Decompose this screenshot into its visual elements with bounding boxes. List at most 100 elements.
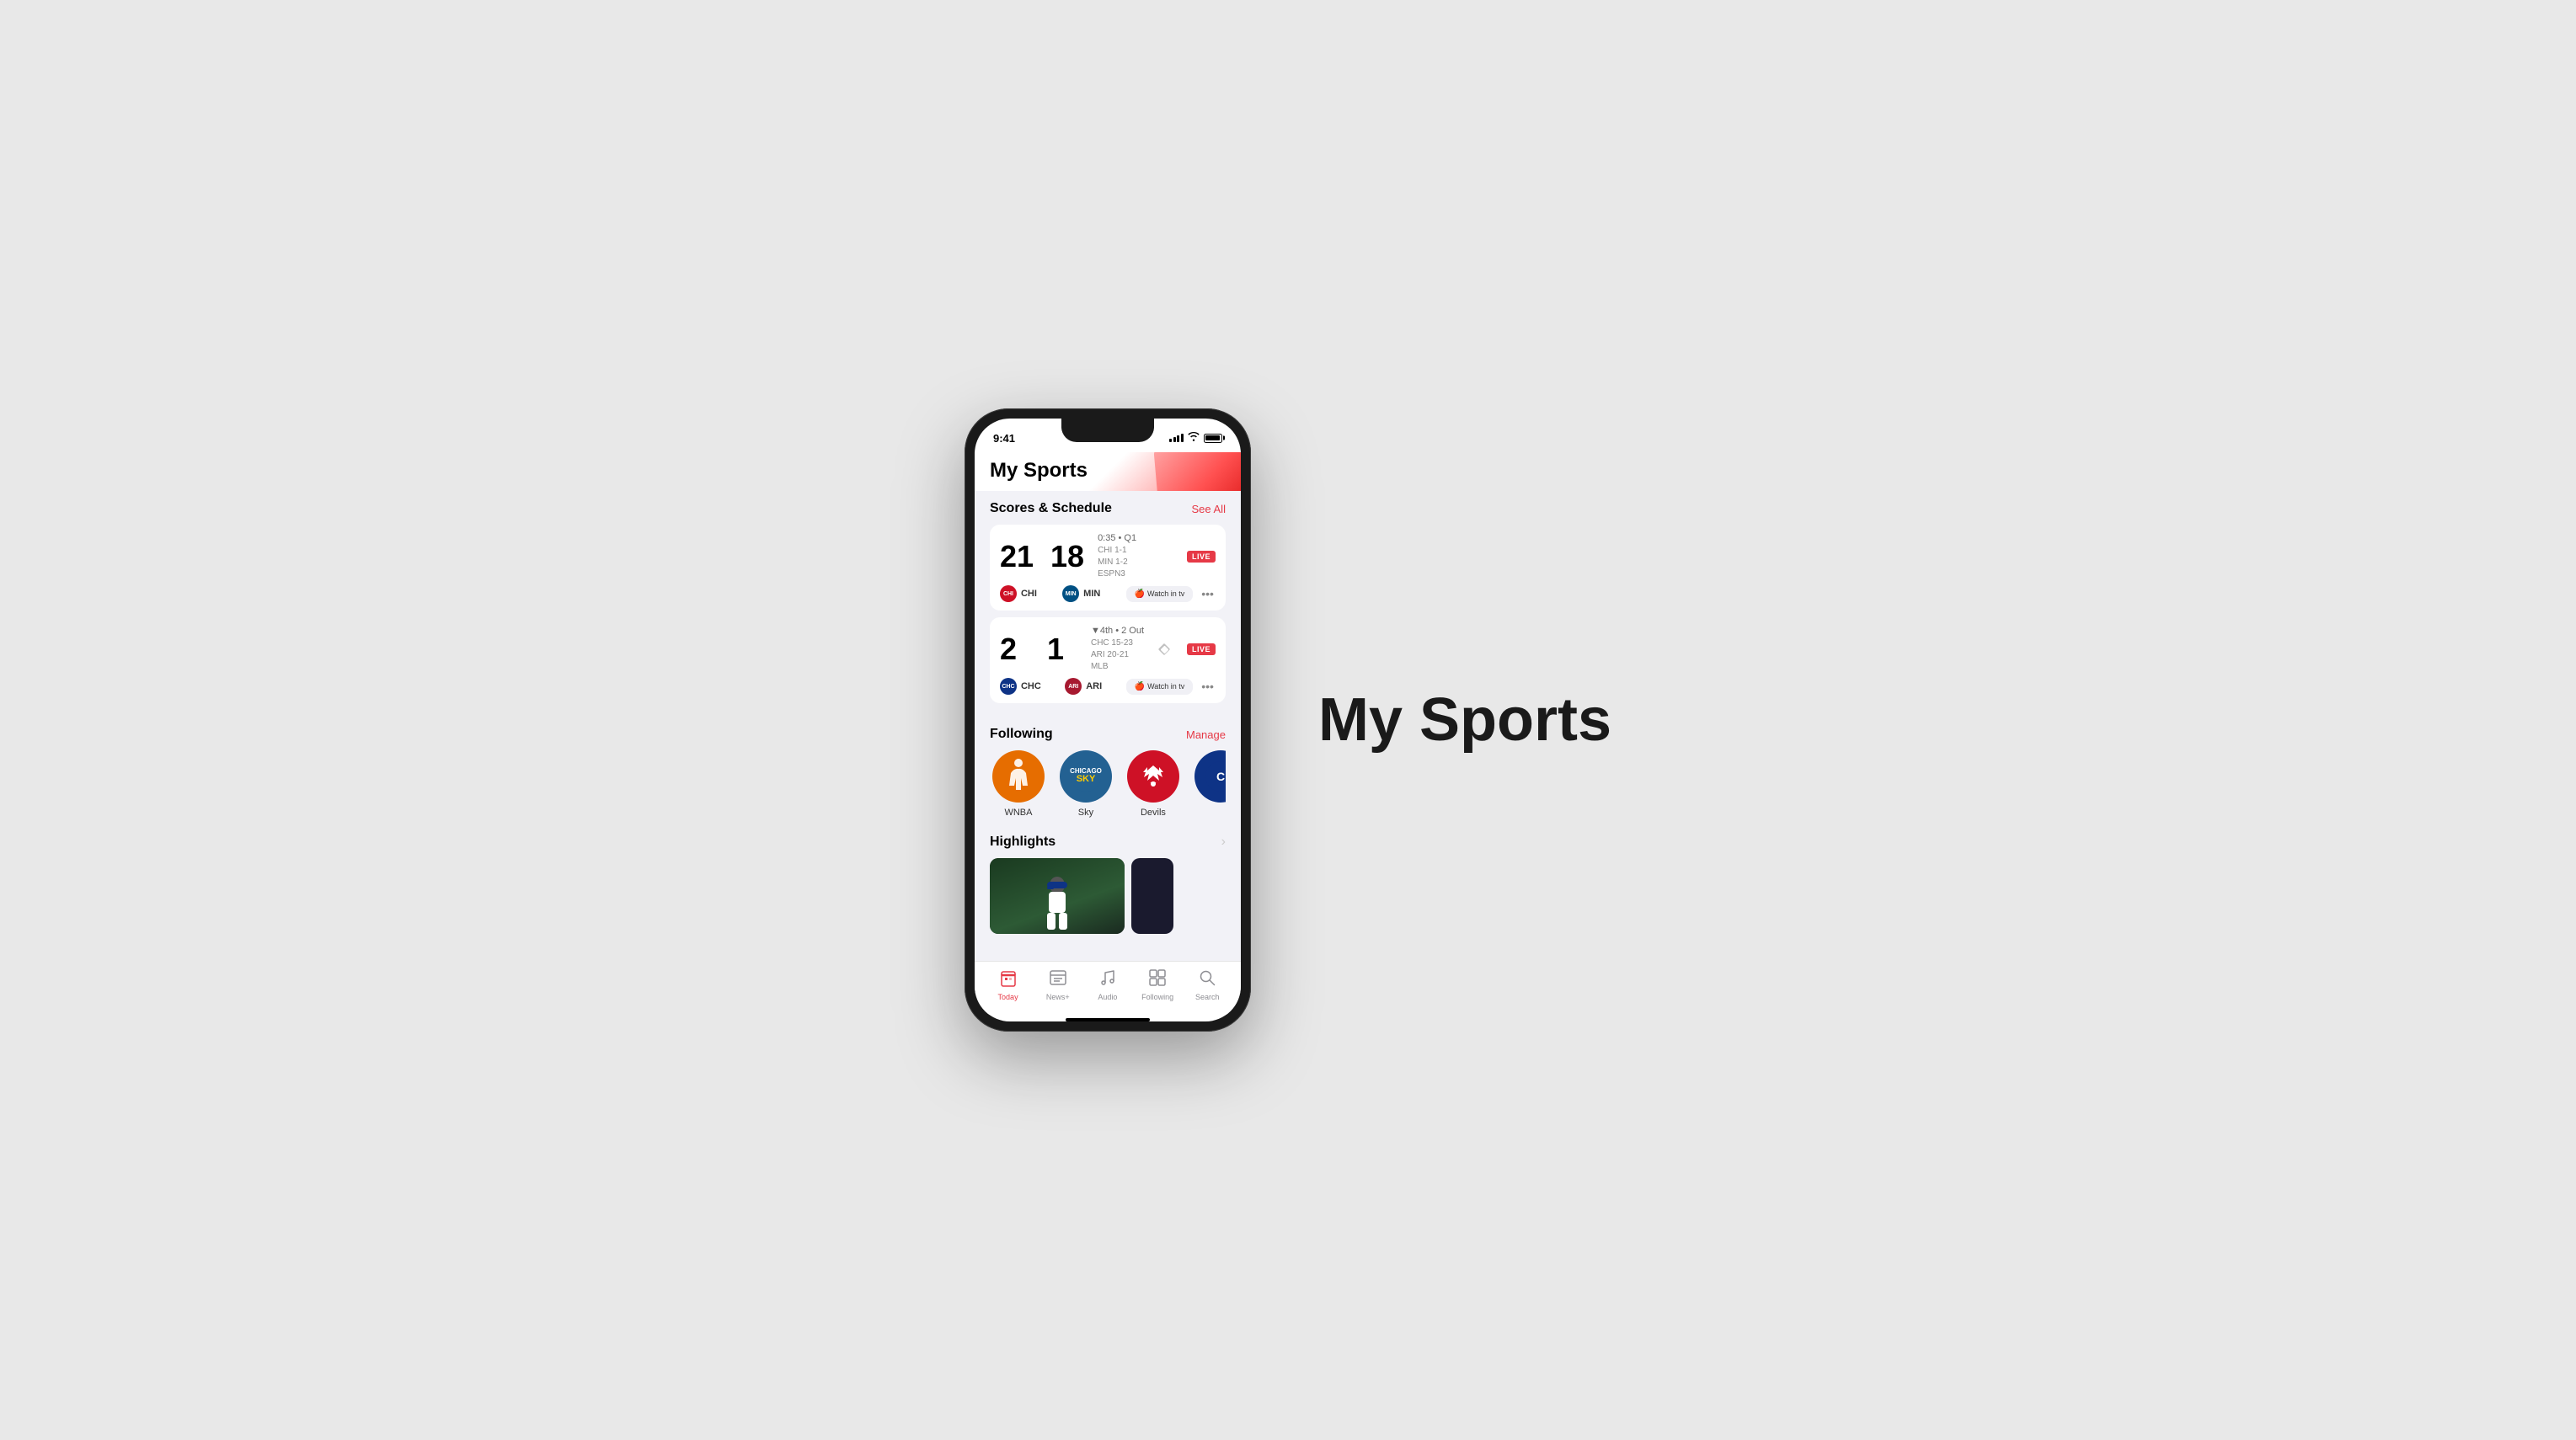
teams-list: WNBA CHICAGO SKY bbox=[990, 750, 1226, 818]
tab-search[interactable]: Search bbox=[1187, 968, 1227, 1001]
newsplus-icon bbox=[1049, 968, 1067, 991]
sky-circle: CHICAGO SKY bbox=[1060, 750, 1112, 803]
game1-card[interactable]: 21 18 0:35 • Q1 CHI 1-1 MIN 1-2 ESPN3 bbox=[990, 525, 1226, 611]
game1-status: 0:35 • Q1 bbox=[1098, 533, 1136, 543]
page-wrapper: 9:41 bbox=[0, 408, 2576, 1032]
following-icon bbox=[1148, 968, 1167, 991]
game2-teams-row: CHC CHC ARI ARI 🍎 bbox=[1000, 678, 1216, 695]
game1-scores: 21 18 0:35 • Q1 CHI 1-1 MIN 1-2 ESPN3 bbox=[1000, 533, 1136, 580]
sky-icon: CHICAGO SKY bbox=[1068, 759, 1104, 794]
status-icons bbox=[1169, 432, 1222, 444]
tab-newsplus-label: News+ bbox=[1046, 993, 1070, 1001]
highlight-card-1[interactable] bbox=[990, 858, 1125, 934]
following-header: Following Manage bbox=[990, 727, 1226, 742]
game1-info: 0:35 • Q1 CHI 1-1 MIN 1-2 ESPN3 bbox=[1098, 533, 1136, 580]
game1-top: 21 18 0:35 • Q1 CHI 1-1 MIN 1-2 ESPN3 bbox=[1000, 533, 1216, 580]
game2-watch-button[interactable]: 🍎 Watch in tv bbox=[1126, 679, 1194, 695]
game2-network: MLB bbox=[1091, 661, 1144, 673]
game1-home-name: CHI bbox=[1021, 589, 1037, 599]
team-item-devils[interactable]: Devils bbox=[1125, 750, 1182, 818]
highlights-header: Highlights › bbox=[990, 835, 1226, 850]
big-page-title: My Sports bbox=[1318, 685, 1611, 755]
signal-icon bbox=[1169, 434, 1184, 442]
following-section: Following Manage bbox=[975, 717, 1241, 824]
game2-home-record: CHC 15-23 bbox=[1091, 637, 1144, 649]
scores-title: Scores & Schedule bbox=[990, 501, 1112, 516]
game2-card[interactable]: 2 1 ▼4th • 2 Out CHC 15-23 ARI 20-21 bbox=[990, 617, 1226, 703]
today-icon bbox=[999, 968, 1018, 991]
apple-tv-icon-1: 🍎 bbox=[1135, 589, 1145, 599]
game1-watch-button[interactable]: 🍎 Watch in tv bbox=[1126, 586, 1194, 602]
highlights-row bbox=[990, 858, 1226, 934]
game1-away-team: MIN MIN bbox=[1062, 585, 1100, 602]
wnba-icon bbox=[1002, 756, 1034, 797]
game2-status: ▼4th • 2 Out bbox=[1091, 626, 1144, 636]
tab-newsplus[interactable]: News+ bbox=[1038, 968, 1078, 1001]
status-time: 9:41 bbox=[993, 432, 1015, 445]
team-item-wnba[interactable]: WNBA bbox=[990, 750, 1047, 818]
app-title: My Sports bbox=[990, 459, 1226, 483]
scroll-content[interactable]: My Sports Scores & Schedule See All bbox=[975, 452, 1241, 1021]
tab-following-label: Following bbox=[1141, 993, 1173, 1001]
watch-label-1: Watch in tv bbox=[1147, 589, 1184, 598]
phone-screen: 9:41 bbox=[975, 419, 1241, 1021]
game2-away-score: 1 bbox=[1047, 634, 1077, 664]
player-silhouette bbox=[1032, 875, 1082, 934]
svg-text:C: C bbox=[1216, 770, 1225, 783]
cubs-icon: C bbox=[1203, 759, 1226, 794]
tab-search-label: Search bbox=[1195, 993, 1220, 1001]
home-indicator bbox=[1066, 1018, 1150, 1021]
sky-label: Sky bbox=[1078, 808, 1093, 818]
tab-following[interactable]: Following bbox=[1137, 968, 1178, 1001]
game2-away-name: ARI bbox=[1086, 681, 1102, 691]
apple-tv-icon-2: 🍎 bbox=[1135, 682, 1145, 691]
highlights-section: Highlights › bbox=[975, 824, 1241, 941]
watch-label-2: Watch in tv bbox=[1147, 682, 1184, 691]
manage-button[interactable]: Manage bbox=[1186, 728, 1226, 741]
audio-icon bbox=[1098, 968, 1117, 991]
game1-away-score: 18 bbox=[1050, 541, 1084, 572]
game2-home-name: CHC bbox=[1021, 681, 1041, 691]
tab-audio[interactable]: Audio bbox=[1088, 968, 1128, 1001]
game2-scores: 2 1 ▼4th • 2 Out CHC 15-23 ARI 20-21 bbox=[1000, 626, 1174, 673]
game2-away-record: ARI 20-21 bbox=[1091, 649, 1144, 661]
tab-today[interactable]: Today bbox=[988, 968, 1029, 1001]
tab-today-label: Today bbox=[998, 993, 1018, 1001]
phone-shell: 9:41 bbox=[965, 408, 1251, 1032]
game2-more-button[interactable]: ••• bbox=[1200, 680, 1216, 693]
highlights-title: Highlights bbox=[990, 835, 1056, 850]
game1-more-button[interactable]: ••• bbox=[1200, 587, 1216, 600]
wnba-circle bbox=[992, 750, 1045, 803]
scores-section: Scores & Schedule See All 21 18 bbox=[975, 491, 1241, 717]
search-icon bbox=[1198, 968, 1216, 991]
team-item-cubs[interactable]: C C bbox=[1192, 750, 1226, 818]
game2-records: CHC 15-23 ARI 20-21 MLB bbox=[1091, 637, 1144, 673]
game2-live-badge: LIVE bbox=[1187, 643, 1216, 655]
main-content[interactable]: Scores & Schedule See All 21 18 bbox=[975, 491, 1241, 961]
chc-logo: CHC bbox=[1000, 678, 1017, 695]
highlight-card-2[interactable] bbox=[1131, 858, 1173, 934]
game1-live-badge: LIVE bbox=[1187, 551, 1216, 563]
team-item-sky[interactable]: CHICAGO SKY Sky bbox=[1057, 750, 1114, 818]
devils-circle bbox=[1127, 750, 1179, 803]
bases-diamond bbox=[1154, 639, 1174, 659]
wifi-icon bbox=[1188, 432, 1200, 444]
see-all-button[interactable]: See All bbox=[1191, 503, 1225, 515]
game2-top: 2 1 ▼4th • 2 Out CHC 15-23 ARI 20-21 bbox=[1000, 626, 1216, 673]
tab-bar: Today News+ bbox=[975, 961, 1241, 1015]
game1-home-score: 21 bbox=[1000, 541, 1034, 572]
game1-network: ESPN3 bbox=[1098, 568, 1136, 580]
battery-icon bbox=[1204, 434, 1222, 443]
svg-text:SKY: SKY bbox=[1077, 774, 1096, 784]
highlights-arrow[interactable]: › bbox=[1221, 835, 1226, 850]
wnba-label: WNBA bbox=[1004, 808, 1032, 818]
notch bbox=[1061, 419, 1154, 442]
scores-header: Scores & Schedule See All bbox=[990, 501, 1226, 516]
min-logo: MIN bbox=[1062, 585, 1079, 602]
game1-teams-row: CHI CHI MIN MIN 🍎 bbox=[1000, 585, 1216, 602]
devils-label: Devils bbox=[1141, 808, 1166, 818]
game2-home-score: 2 bbox=[1000, 634, 1030, 664]
game2-away-team: ARI ARI bbox=[1065, 678, 1102, 695]
game2-home-team: CHC CHC bbox=[1000, 678, 1041, 695]
tab-audio-label: Audio bbox=[1098, 993, 1117, 1001]
